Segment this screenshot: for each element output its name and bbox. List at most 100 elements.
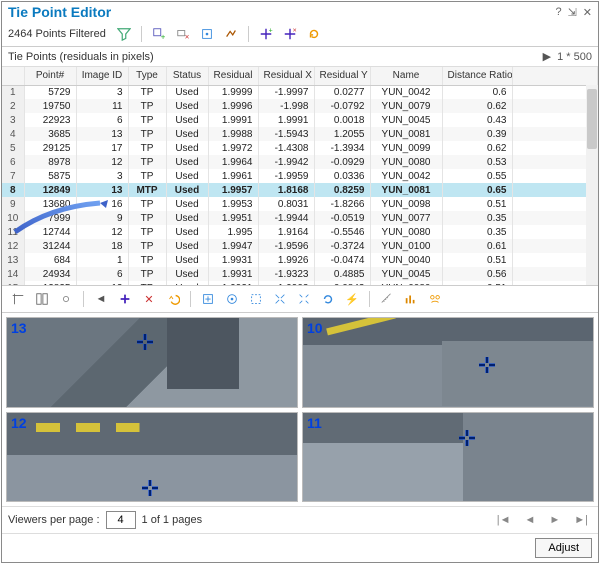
svg-text:×: × bbox=[292, 27, 296, 34]
delete-row-icon[interactable]: × bbox=[173, 24, 193, 44]
scrollbar-thumb[interactable] bbox=[587, 89, 597, 149]
grid2-icon[interactable] bbox=[32, 289, 52, 309]
separator bbox=[190, 291, 191, 307]
filter-toolbar: 2464 Points Filtered + × + × bbox=[2, 22, 598, 47]
titlebar: Tie Point Editor ? ⇲ ✕ bbox=[2, 2, 598, 22]
pager-pages: 1 of 1 pages bbox=[142, 514, 203, 526]
viewer-label: 13 bbox=[11, 320, 27, 336]
viewers-per-page-input[interactable] bbox=[106, 511, 136, 529]
table-row[interactable]: 123124418TPUsed1.9947-1.9596-0.3724YUN_0… bbox=[2, 239, 598, 253]
table-row[interactable]: 81284913MTPUsed1.99571.81680.8259YUN_008… bbox=[2, 183, 598, 197]
col-header[interactable]: Distance Ratio bbox=[442, 67, 512, 85]
crosshair-icon bbox=[457, 428, 477, 451]
viewer-tile[interactable]: 11 bbox=[302, 412, 594, 503]
refresh-icon[interactable] bbox=[304, 24, 324, 44]
footer: Adjust bbox=[2, 533, 598, 562]
svg-text:+: + bbox=[161, 32, 166, 41]
separator bbox=[141, 26, 142, 42]
rotate-icon[interactable] bbox=[318, 289, 338, 309]
table-row[interactable]: 52912517TPUsed1.9972-1.4308-1.3934YUN_00… bbox=[2, 141, 598, 155]
table-row[interactable]: 151283512TPUsed1.99211.99030.0843YUN_008… bbox=[2, 281, 598, 285]
table-row[interactable]: 111274412TPUsed1.9951.9164-0.5546YUN_008… bbox=[2, 225, 598, 239]
adjust-button[interactable]: Adjust bbox=[535, 538, 592, 558]
table-row[interactable]: 91368016TPUsed1.99530.8031-1.8266YUN_009… bbox=[2, 197, 598, 211]
show-all-icon[interactable] bbox=[425, 289, 445, 309]
next-page-icon[interactable]: ► bbox=[545, 514, 564, 526]
page-indicator: 1 * 500 bbox=[557, 51, 592, 63]
subheader-text: Tie Points (residuals in pixels) bbox=[8, 51, 154, 63]
col-header[interactable]: Type bbox=[128, 67, 166, 85]
viewer-tile[interactable]: 13 bbox=[6, 317, 298, 408]
table-row[interactable]: 758753TPUsed1.9961-1.99590.0336YUN_00420… bbox=[2, 169, 598, 183]
tie-points-table: Point#Image IDTypeStatusResidualResidual… bbox=[2, 67, 598, 285]
svg-text:×: × bbox=[185, 32, 190, 41]
table-row[interactable]: 136841TPUsed1.99311.9926-0.0474YUN_00400… bbox=[2, 253, 598, 267]
crosshair-icon bbox=[140, 478, 160, 501]
first-page-icon[interactable]: |◄ bbox=[493, 514, 515, 526]
filter-icon[interactable] bbox=[114, 24, 134, 44]
viewers-grid: 13 10 12 11 bbox=[2, 313, 598, 506]
filter-status: 2464 Points Filtered bbox=[8, 28, 106, 40]
edit-point-icon[interactable] bbox=[197, 24, 217, 44]
play-icon[interactable]: ▶ bbox=[543, 50, 551, 63]
separator bbox=[83, 291, 84, 307]
table-row[interactable]: 4368513TPUsed1.9988-1.59431.2055YUN_0081… bbox=[2, 127, 598, 141]
col-header[interactable]: Residual Y bbox=[314, 67, 370, 85]
last-page-icon[interactable]: ►| bbox=[570, 514, 592, 526]
table-row[interactable]: 1079999TPUsed1.9951-1.9944-0.0519YUN_007… bbox=[2, 211, 598, 225]
chart-icon[interactable] bbox=[401, 289, 421, 309]
vertical-scrollbar[interactable] bbox=[586, 85, 598, 285]
remove-tp-icon[interactable]: × bbox=[280, 24, 300, 44]
help-icon[interactable]: ? bbox=[555, 6, 561, 19]
separator bbox=[369, 291, 370, 307]
pager-label: Viewers per page : bbox=[8, 514, 100, 526]
add-cross-icon[interactable] bbox=[115, 289, 135, 309]
viewer-toolbar: ◄ ✕ ⚡ bbox=[2, 285, 598, 313]
autohide-icon[interactable]: ⇲ bbox=[568, 6, 577, 19]
add-tp-icon[interactable]: + bbox=[256, 24, 276, 44]
svg-text:+: + bbox=[268, 27, 272, 34]
col-header[interactable]: Status bbox=[166, 67, 208, 85]
crosshair-icon bbox=[477, 355, 497, 378]
col-header[interactable] bbox=[2, 67, 24, 85]
table-row[interactable]: 6897812TPUsed1.9964-1.9942-0.0929YUN_008… bbox=[2, 155, 598, 169]
tie-point-editor-panel: Tie Point Editor ? ⇲ ✕ 2464 Points Filte… bbox=[1, 1, 599, 563]
table-row[interactable]: 14249346TPUsed1.9931-1.93230.4885YUN_004… bbox=[2, 267, 598, 281]
table-header-row[interactable]: Point#Image IDTypeStatusResidualResidual… bbox=[2, 67, 598, 85]
table-subheader: Tie Points (residuals in pixels) ▶ 1 * 5… bbox=[2, 47, 598, 67]
viewer-tile[interactable]: 12 bbox=[6, 412, 298, 503]
add-point-icon[interactable]: + bbox=[149, 24, 169, 44]
flash-icon[interactable]: ⚡ bbox=[342, 289, 362, 309]
separator bbox=[248, 26, 249, 42]
col-header[interactable]: Name bbox=[370, 67, 442, 85]
zoom-in-icon[interactable] bbox=[270, 289, 290, 309]
close-icon[interactable]: ✕ bbox=[583, 6, 592, 19]
crosshair-icon bbox=[135, 332, 155, 355]
undo-icon[interactable] bbox=[163, 289, 183, 309]
measure-icon[interactable] bbox=[377, 289, 397, 309]
extent-icon[interactable] bbox=[222, 289, 242, 309]
select-icon[interactable] bbox=[246, 289, 266, 309]
panel-title: Tie Point Editor bbox=[8, 4, 555, 20]
viewer-tile[interactable]: 10 bbox=[302, 317, 594, 408]
accuracy-icon[interactable] bbox=[221, 24, 241, 44]
table-row[interactable]: 3229236TPUsed1.99911.99910.0018YUN_00450… bbox=[2, 113, 598, 127]
col-header[interactable]: Point# bbox=[24, 67, 76, 85]
table-row[interactable]: 157293TPUsed1.9999-1.99970.0277YUN_00420… bbox=[2, 85, 598, 99]
table-row[interactable]: 21975011TPUsed1.9996-1.998-0.0792YUN_007… bbox=[2, 99, 598, 113]
col-header[interactable]: Residual bbox=[208, 67, 258, 85]
zoom-out-icon[interactable] bbox=[294, 289, 314, 309]
del-cross-icon[interactable]: ✕ bbox=[139, 289, 159, 309]
zoom-point-icon[interactable] bbox=[198, 289, 218, 309]
viewer-label: 12 bbox=[11, 415, 27, 431]
col-header[interactable]: Residual X bbox=[258, 67, 314, 85]
link-icon[interactable] bbox=[56, 289, 76, 309]
grid1-icon[interactable] bbox=[8, 289, 28, 309]
table-container: Point#Image IDTypeStatusResidualResidual… bbox=[2, 67, 598, 285]
viewer-label: 11 bbox=[307, 415, 322, 431]
viewer-label: 10 bbox=[307, 320, 323, 336]
prev-page-icon[interactable]: ◄ bbox=[520, 514, 539, 526]
pager: Viewers per page : 1 of 1 pages |◄ ◄ ► ►… bbox=[2, 506, 598, 533]
col-header[interactable]: Image ID bbox=[76, 67, 128, 85]
prev-icon[interactable]: ◄ bbox=[91, 289, 111, 309]
